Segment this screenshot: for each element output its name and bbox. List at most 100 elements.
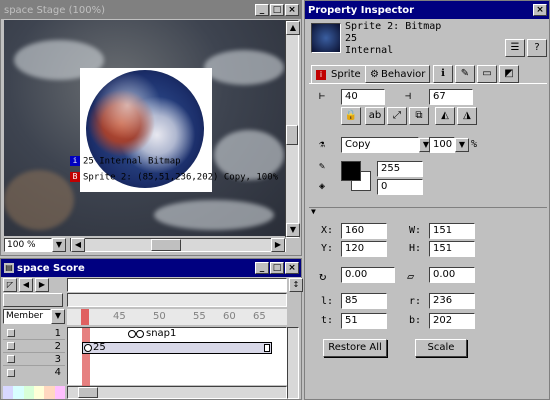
- trails-icon[interactable]: ⧉: [409, 107, 429, 125]
- channel-toggle[interactable]: [7, 342, 15, 350]
- lock-icon[interactable]: 🔒: [341, 107, 361, 125]
- channel-toggle[interactable]: [7, 329, 15, 337]
- flip-vertical-icon[interactable]: ◮: [457, 107, 477, 125]
- stage-horizontal-scrollbar[interactable]: ◀ ▶: [70, 238, 286, 252]
- close-button[interactable]: ×: [285, 262, 299, 274]
- x-field[interactable]: 160: [341, 223, 387, 239]
- score-horizontal-scrollbar[interactable]: [67, 386, 287, 399]
- channel-toggle[interactable]: [7, 355, 15, 363]
- frame-number: 65: [253, 311, 266, 322]
- restore-all-button[interactable]: Restore All: [323, 339, 387, 357]
- end-frame-field[interactable]: 67: [429, 89, 473, 105]
- channel-4-header[interactable]: 4: [3, 366, 65, 379]
- cloud-shape: [204, 50, 284, 85]
- close-button[interactable]: ×: [285, 4, 299, 16]
- scroll-thumb[interactable]: [78, 387, 98, 398]
- prev-marker-button[interactable]: ◀: [19, 278, 33, 292]
- color-chip[interactable]: [23, 386, 34, 399]
- help-button[interactable]: ?: [527, 39, 547, 57]
- stage-title: space Stage (100%): [4, 4, 105, 16]
- right-field[interactable]: 236: [429, 293, 475, 309]
- scale-button[interactable]: Scale: [415, 339, 467, 357]
- sprite-color-chips[interactable]: [3, 386, 65, 399]
- maximize-button[interactable]: □: [270, 262, 284, 274]
- width-field[interactable]: 151: [429, 223, 475, 239]
- hide-channels-button[interactable]: ◸: [3, 278, 17, 292]
- marker-span[interactable]: snap1: [128, 328, 278, 340]
- display-mode-dropdown-button[interactable]: ▼: [51, 309, 65, 324]
- forecolor-chip[interactable]: [341, 161, 361, 181]
- maximize-button[interactable]: □: [270, 4, 284, 16]
- channel-toggle[interactable]: [7, 368, 15, 377]
- y-field[interactable]: 120: [341, 241, 387, 257]
- forecolor-field[interactable]: 255: [377, 161, 423, 177]
- color-chip[interactable]: [13, 386, 24, 399]
- bottom-field[interactable]: 202: [429, 313, 475, 329]
- scroll-thumb[interactable]: [151, 239, 181, 251]
- blend-field[interactable]: 100: [429, 137, 455, 153]
- tab-sprite[interactable]: i Sprite: [311, 65, 366, 83]
- scroll-up-button[interactable]: ▲: [286, 21, 300, 35]
- scroll-right-button[interactable]: ▶: [271, 238, 285, 252]
- sprite-span-channel-2[interactable]: 25: [82, 342, 272, 354]
- score-marker-nav-row: ◸ ◀ ▶ ↕: [1, 278, 303, 292]
- playhead[interactable]: [81, 309, 89, 325]
- sprite-end-frame[interactable]: [264, 344, 270, 352]
- sprite-overlay-info-1: i 25 Internal Bitmap: [70, 156, 181, 167]
- collapse-arrow-icon[interactable]: ▼: [311, 207, 316, 216]
- score-title: space Score: [17, 262, 85, 274]
- channel-3-header[interactable]: 3: [3, 353, 65, 366]
- ink-select[interactable]: Copy: [341, 137, 419, 153]
- minimize-button[interactable]: _: [255, 262, 269, 274]
- tab-movie[interactable]: ◩: [499, 65, 519, 83]
- list-view-button[interactable]: ☰: [505, 39, 525, 57]
- tab-member-info[interactable]: ℹ: [433, 65, 453, 83]
- moveable-icon[interactable]: ⤢: [387, 107, 407, 125]
- effects-channel-strip[interactable]: [67, 293, 287, 307]
- color-chip[interactable]: [3, 386, 14, 399]
- channel-2-header[interactable]: 2: [3, 340, 65, 353]
- channel-toggle-bar[interactable]: [3, 293, 63, 307]
- display-mode-select[interactable]: Member: [3, 309, 51, 324]
- stage-titlebar[interactable]: space Stage (100%) _ □ ×: [1, 1, 301, 19]
- playhead-line: [82, 328, 90, 386]
- left-field[interactable]: 85: [341, 293, 387, 309]
- scroll-left-button[interactable]: ◀: [71, 238, 85, 252]
- height-field[interactable]: 151: [429, 241, 475, 257]
- next-marker-button[interactable]: ▶: [35, 278, 49, 292]
- frame-ruler[interactable]: 45 50 55 60 65: [67, 309, 287, 325]
- zoom-dropdown-button[interactable]: ▼: [52, 238, 66, 252]
- color-chip[interactable]: [54, 386, 65, 399]
- flip-horizontal-icon[interactable]: ◭: [435, 107, 455, 125]
- rotation-field[interactable]: 0.00: [341, 267, 395, 283]
- start-frame-field[interactable]: 40: [341, 89, 385, 105]
- tab-document[interactable]: ▭: [477, 65, 497, 83]
- tab-bitmap[interactable]: ✎: [455, 65, 475, 83]
- stage-vertical-scrollbar[interactable]: ▲ ▼: [285, 20, 300, 238]
- inspector-titlebar[interactable]: Property Inspector ×: [305, 1, 549, 19]
- sprite-start-keyframe[interactable]: [84, 344, 92, 352]
- close-button[interactable]: ×: [533, 4, 547, 16]
- editable-icon[interactable]: ab: [365, 107, 385, 125]
- sprite-channels-grid[interactable]: snap1 25: [67, 327, 287, 386]
- score-titlebar[interactable]: ▤ space Score _ □ ×: [1, 259, 301, 277]
- color-chip[interactable]: [33, 386, 45, 399]
- marker-start-circle: [128, 330, 136, 338]
- color-chip[interactable]: [44, 386, 55, 399]
- section-divider: [309, 207, 547, 208]
- skew-field[interactable]: 0.00: [429, 267, 475, 283]
- blend-dropdown-button[interactable]: ▼: [455, 138, 469, 152]
- zoom-field[interactable]: 100 %: [4, 238, 52, 252]
- frame-number: 55: [193, 311, 206, 322]
- marker-menu-button[interactable]: ↕: [289, 278, 303, 292]
- top-field[interactable]: 51: [341, 313, 387, 329]
- scroll-thumb[interactable]: [286, 125, 298, 145]
- scroll-down-button[interactable]: ▼: [286, 223, 300, 237]
- minimize-button[interactable]: _: [255, 4, 269, 16]
- tab-behavior[interactable]: ⚙ Behavior: [365, 65, 431, 83]
- stage-canvas[interactable]: i 25 Internal Bitmap B Sprite 2: (85,51,23…: [4, 20, 286, 236]
- score-vertical-scrollbar[interactable]: [287, 327, 299, 399]
- backcolor-field[interactable]: 0: [377, 179, 423, 195]
- marker-comment-field[interactable]: [67, 278, 287, 292]
- channel-1-header[interactable]: 1: [3, 327, 65, 340]
